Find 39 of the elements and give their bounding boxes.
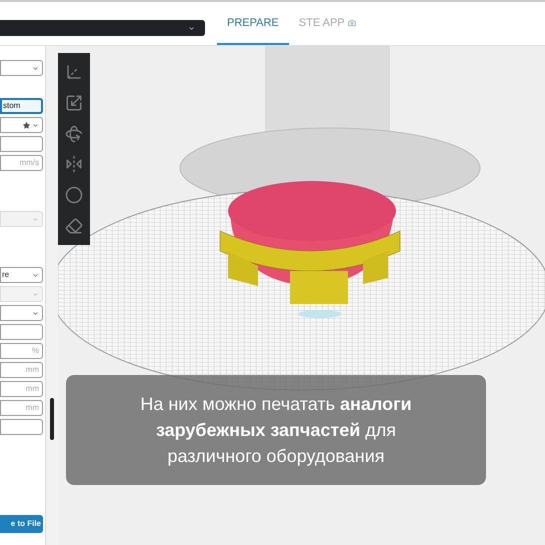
scale-icon[interactable]	[65, 94, 83, 112]
scrollbar[interactable]	[50, 398, 54, 440]
unit-label: mm/s	[19, 157, 39, 169]
mirror-icon[interactable]	[65, 155, 83, 174]
input-field[interactable]: mm	[0, 362, 43, 378]
eraser-icon[interactable]	[65, 216, 83, 235]
caret-icon	[32, 64, 39, 72]
caret-icon	[32, 122, 39, 128]
tab[interactable]: STE APP	[288, 3, 366, 45]
input-field[interactable]: mm	[0, 400, 43, 416]
caret-icon	[32, 310, 39, 316]
unit-label: %	[32, 345, 39, 357]
unit-label: mm	[26, 364, 39, 376]
field-value: re	[2, 269, 10, 281]
input-field[interactable]: mm	[0, 381, 43, 397]
dropdown-field[interactable]	[0, 117, 43, 133]
dropdown-field[interactable]: re	[0, 267, 43, 283]
caret-icon	[32, 290, 39, 298]
camera-icon	[348, 19, 356, 27]
unit-label: mm	[26, 402, 39, 414]
axes-icon[interactable]	[65, 63, 83, 82]
rotate-icon[interactable]	[65, 124, 83, 143]
input-field[interactable]: %	[0, 343, 43, 359]
dropdown-field[interactable]	[0, 60, 43, 76]
caption-text: На них можно печатать аналоги зарубежных запчастей для различного оборудования	[139, 393, 413, 468]
save-button[interactable]: e to File	[0, 515, 43, 533]
field-value: stom	[3, 100, 20, 112]
input-field[interactable]	[0, 136, 43, 152]
star-icon	[23, 122, 30, 128]
dropdown-field[interactable]	[0, 305, 43, 321]
input-field[interactable]: stom	[0, 98, 43, 114]
unit-label: mm	[26, 383, 39, 395]
caret-icon	[32, 272, 39, 278]
input-field[interactable]	[0, 324, 43, 340]
input-field[interactable]: mm/s	[0, 155, 43, 171]
ring-icon[interactable]	[65, 186, 83, 204]
caret-icon	[32, 216, 39, 222]
input-field[interactable]	[0, 419, 43, 435]
caret-icon	[188, 24, 195, 32]
